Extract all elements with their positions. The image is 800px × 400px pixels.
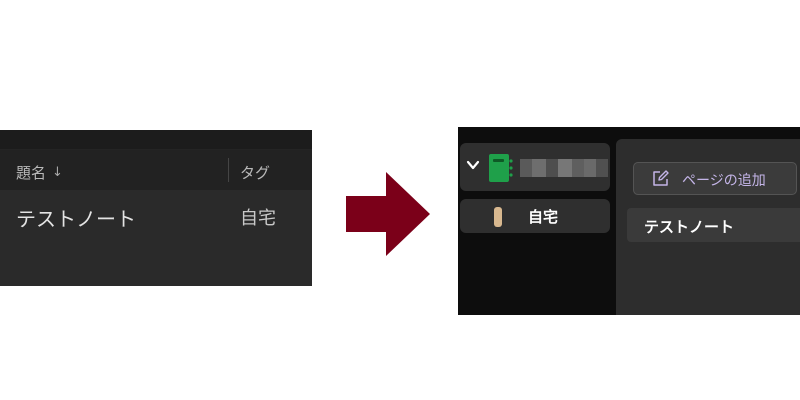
table-row[interactable]: テストノート 自宅 <box>0 190 312 242</box>
section-tab-icon <box>494 207 502 227</box>
column-header-title[interactable]: 題名 ↓ <box>16 162 63 183</box>
table-header: 題名 ↓ タグ <box>0 150 312 190</box>
note-title-cell: テストノート <box>16 207 136 231</box>
page-list-item[interactable]: テストノート <box>627 208 800 242</box>
notes-table-panel: 題名 ↓ タグ テストノート 自宅 <box>0 130 312 286</box>
right-arrow-icon <box>346 172 430 256</box>
top-bar <box>0 130 312 150</box>
onenote-panel: 自宅 ページの追加 テストノート <box>458 127 800 315</box>
chevron-down-icon[interactable] <box>466 158 480 172</box>
section-label: 自宅 <box>528 208 559 226</box>
column-header-tag[interactable]: タグ <box>240 162 270 183</box>
column-header-title-label: 題名 <box>16 164 47 182</box>
edit-icon <box>653 170 669 186</box>
blurred-notebook-name <box>520 159 608 177</box>
page-title: テストノート <box>644 218 735 236</box>
arrow-down-icon: ↓ <box>52 165 63 180</box>
notebook-item[interactable] <box>460 143 610 191</box>
note-tag-cell: 自宅 <box>240 208 276 229</box>
notebook-icon <box>489 154 513 182</box>
comparison-illustration: 題名 ↓ タグ テストノート 自宅 自宅 ページの追加 テストノート <box>0 0 800 400</box>
add-page-button[interactable]: ページの追加 <box>633 162 797 195</box>
section-item[interactable]: 自宅 <box>460 199 610 233</box>
column-divider[interactable] <box>228 158 229 182</box>
add-page-label: ページの追加 <box>682 173 766 189</box>
column-header-tag-label: タグ <box>240 164 271 182</box>
page-list-pane: ページの追加 テストノート <box>616 139 800 315</box>
